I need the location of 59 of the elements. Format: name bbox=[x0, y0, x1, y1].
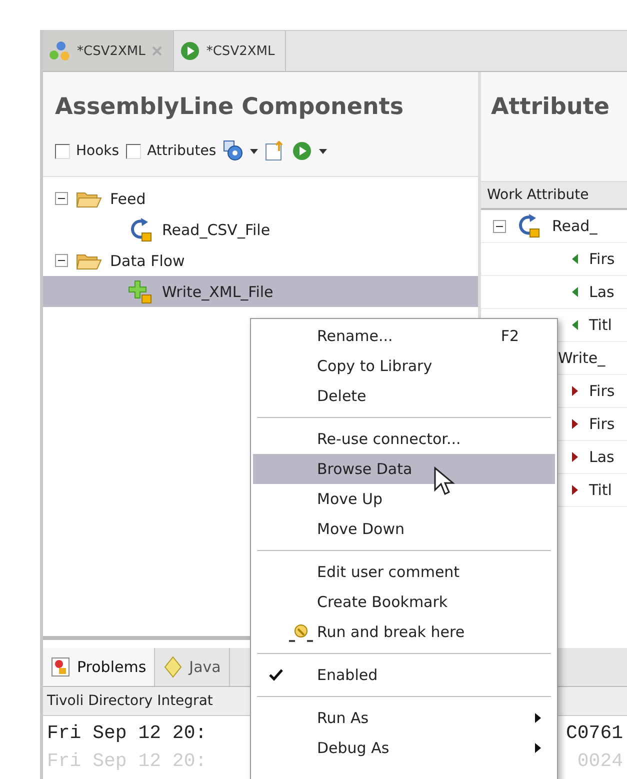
console-line: Fri Sep 12 20: bbox=[47, 722, 207, 744]
checkbox[interactable] bbox=[55, 144, 70, 158]
menu-item[interactable]: Run and break here bbox=[253, 617, 555, 647]
left-triangle-icon bbox=[571, 319, 579, 331]
menu-item[interactable]: Debug As bbox=[253, 733, 555, 763]
problems-icon bbox=[51, 657, 71, 677]
menu-item[interactable]: Rename... F2 bbox=[253, 321, 555, 351]
dropdown-caret-icon bbox=[250, 148, 258, 154]
left-triangle-icon bbox=[571, 286, 579, 298]
mouse-pointer-icon bbox=[433, 466, 455, 496]
menu-item[interactable]: Edit user comment bbox=[253, 557, 555, 587]
menu-item[interactable]: Create Bookmark bbox=[253, 587, 555, 617]
view-tab[interactable]: Problems bbox=[43, 648, 156, 686]
menu-item[interactable]: Delete bbox=[253, 381, 555, 411]
play-icon bbox=[292, 141, 312, 161]
circular-arrow-lock-icon bbox=[128, 218, 154, 242]
play-icon bbox=[180, 41, 200, 61]
checkbox-label: Hooks bbox=[76, 143, 120, 159]
right-triangle-icon bbox=[571, 451, 579, 463]
attribute-name: Las bbox=[589, 448, 614, 466]
folder-icon bbox=[76, 252, 102, 270]
view-tab[interactable]: Java bbox=[155, 648, 230, 686]
attribute-name: Firs bbox=[589, 415, 615, 433]
right-triangle-icon bbox=[571, 484, 579, 496]
plus-lock-icon bbox=[128, 280, 154, 304]
tree-item[interactable]: Read_CSV_File bbox=[43, 214, 478, 245]
attribute-name: Write_ bbox=[558, 349, 606, 367]
menu-item[interactable]: Re-use connector... bbox=[253, 424, 555, 454]
folder-icon bbox=[76, 190, 102, 208]
checkbox-label: Attributes bbox=[147, 143, 216, 159]
panel-title: AssemblyLine Components bbox=[43, 72, 478, 132]
circular-arrow-lock-icon bbox=[516, 214, 542, 238]
console-line: C0761 bbox=[566, 722, 623, 744]
panel-title: Attribute bbox=[481, 72, 627, 132]
attribute-name: Titl bbox=[589, 316, 612, 334]
editor-tab[interactable]: *CSV2XML bbox=[43, 31, 174, 71]
new-page-icon bbox=[265, 141, 286, 161]
tree-item[interactable]: Data Flow bbox=[43, 245, 478, 276]
attribute-name: Firs bbox=[589, 250, 615, 268]
attribute-name: Las bbox=[589, 283, 614, 301]
menu-item[interactable]: Copy to Library bbox=[253, 351, 555, 381]
diamond-icon bbox=[163, 656, 184, 678]
tree-item[interactable]: Write_XML_File bbox=[43, 276, 478, 307]
menu-item[interactable]: Enabled bbox=[253, 660, 555, 690]
right-triangle-icon bbox=[571, 418, 579, 430]
attribute-name: Firs bbox=[589, 382, 615, 400]
connected-balls-icon bbox=[49, 41, 71, 61]
menu-item[interactable]: Move Down bbox=[253, 514, 555, 544]
editor-tab[interactable]: *CSV2XML bbox=[174, 31, 286, 71]
right-triangle-icon bbox=[571, 385, 579, 397]
checkbox[interactable] bbox=[126, 144, 142, 158]
tree-item[interactable]: Feed bbox=[43, 183, 478, 214]
menu-item[interactable]: Move Up bbox=[253, 484, 555, 514]
dropdown-caret-icon bbox=[319, 148, 328, 154]
attribute-name: Titl bbox=[589, 481, 612, 499]
shortcut-label: F2 bbox=[500, 327, 519, 345]
column-header: Work Attribute bbox=[481, 182, 627, 210]
left-triangle-icon bbox=[571, 253, 579, 265]
attribute-name: Read_ bbox=[552, 217, 598, 235]
